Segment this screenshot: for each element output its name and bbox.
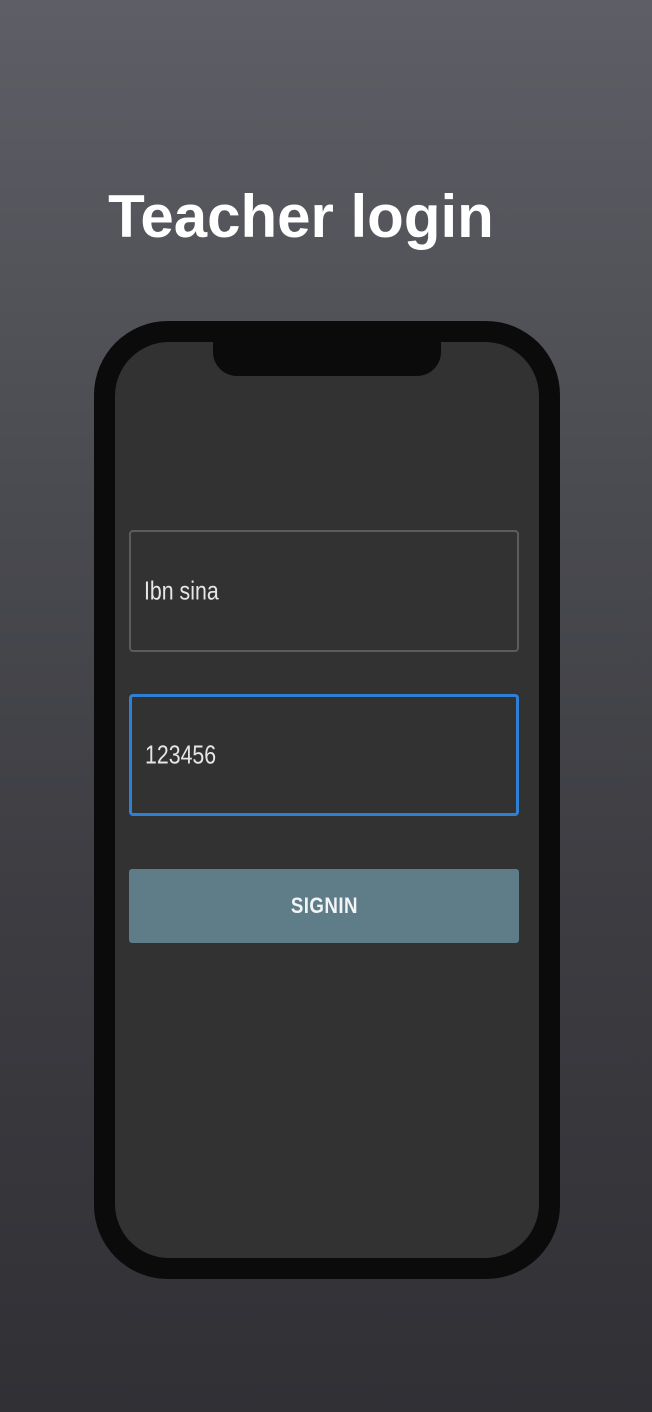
password-value: 123456 <box>145 739 217 770</box>
signin-button[interactable]: SIGNIN <box>129 869 519 943</box>
phone-mockup-frame: Ibn sina 123456 SIGNIN <box>94 321 560 1279</box>
username-field[interactable]: Ibn sina <box>129 530 519 652</box>
password-field[interactable]: 123456 <box>129 694 519 816</box>
phone-screen: Ibn sina 123456 SIGNIN <box>115 342 539 1258</box>
signin-button-label: SIGNIN <box>290 893 358 918</box>
username-value: Ibn sina <box>144 575 219 606</box>
phone-notch <box>213 342 441 376</box>
page-title: Teacher login <box>108 183 494 250</box>
